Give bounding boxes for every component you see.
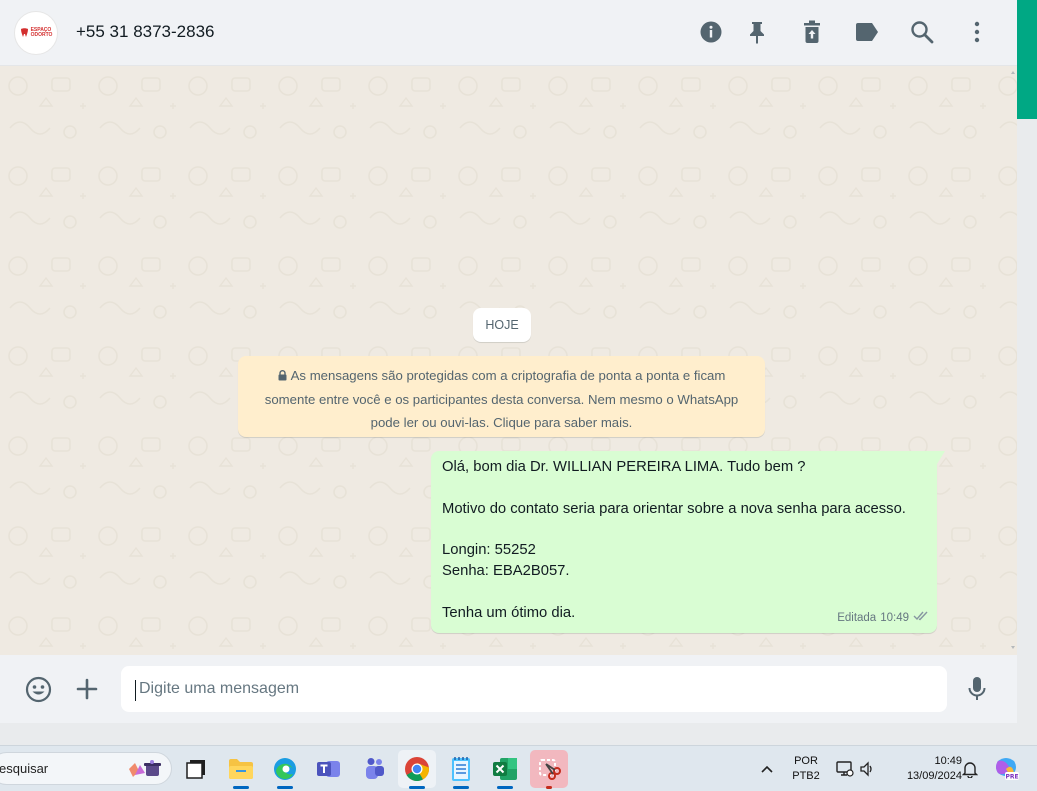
taskbar-edge[interactable]: [266, 750, 304, 789]
taskbar-search[interactable]: esquisar: [0, 752, 172, 785]
svg-text:PRE: PRE: [1005, 774, 1018, 781]
taskbar-teams[interactable]: [354, 750, 392, 788]
message-line: [442, 582, 927, 603]
taskbar-search-text: esquisar: [0, 761, 49, 776]
message-meta: Editada 10:49: [837, 608, 929, 629]
chat-scrollbar[interactable]: [1009, 66, 1017, 655]
search-highlight-icon: [129, 760, 161, 777]
taskbar-notepad[interactable]: [442, 750, 480, 789]
taskbar-file-explorer[interactable]: [222, 750, 260, 789]
emoji-icon[interactable]: [24, 675, 52, 703]
date-divider: HOJE: [473, 308, 531, 342]
microphone-icon[interactable]: [963, 675, 991, 703]
lock-icon: [278, 365, 287, 388]
message-line: [442, 478, 927, 499]
edited-label: Editada: [837, 612, 877, 625]
clock-date: 13/09/2024: [906, 770, 962, 782]
bubble-tail: [937, 451, 945, 464]
tray-network-volume[interactable]: [832, 750, 880, 788]
window-bottom-strip: [0, 723, 1017, 745]
message-line: Olá, bom dia Dr. WILLIAN PEREIRA LIMA. T…: [442, 459, 806, 475]
taskbar-chrome[interactable]: [398, 750, 436, 789]
message-line: Longin: 55252: [442, 542, 536, 559]
trash-icon[interactable]: [799, 18, 825, 46]
input-language-indicator[interactable]: POR PTB2: [789, 754, 823, 784]
clock-time: 10:49: [934, 755, 962, 767]
taskbar-copilot[interactable]: PRE: [990, 750, 1024, 788]
message-time: 10:49: [880, 612, 909, 625]
encryption-notice-text: As mensagens são protegidas com a cripto…: [264, 368, 739, 430]
folder-icon: [229, 759, 253, 779]
task-view-icon: [186, 760, 205, 779]
chrome-icon: [405, 757, 429, 782]
tray-overflow-chevron[interactable]: [750, 750, 784, 788]
teams-icon: [366, 758, 384, 779]
teams-work-icon: [317, 761, 340, 777]
taskbar-snipping-tool[interactable]: [530, 750, 568, 789]
encryption-notice[interactable]: As mensagens são protegidas com a cripto…: [238, 356, 765, 437]
message-line: [442, 519, 927, 540]
avatar-logo: ESPAÇO ODORTO: [20, 28, 53, 38]
tooth-icon: [20, 28, 28, 37]
search-icon[interactable]: [909, 18, 935, 46]
volume-icon: [860, 761, 872, 777]
page-scrollbar-thumb[interactable]: [1017, 0, 1037, 119]
text-cursor: [135, 680, 136, 701]
chevron-up-icon: [761, 765, 773, 773]
message-line: Senha: EBA2B057.: [442, 562, 570, 579]
chat-header: ESPAÇO ODORTO +55 31 8373-2836: [0, 0, 1017, 66]
pin-icon[interactable]: [744, 18, 770, 46]
excel-icon: [493, 758, 517, 780]
snipping-tool-icon: [539, 759, 561, 780]
taskbar-teams-work[interactable]: [310, 750, 348, 788]
notepad-icon: [452, 757, 470, 781]
double-check-icon: [913, 608, 929, 629]
copilot-icon: PRE: [996, 758, 1019, 781]
info-icon[interactable]: [698, 18, 724, 46]
label-icon[interactable]: [854, 18, 880, 46]
message-input[interactable]: [121, 666, 947, 712]
message-line: Motivo do contato seria para orientar so…: [442, 500, 906, 517]
message-composer: [0, 655, 1017, 723]
language-code: POR: [794, 755, 818, 767]
avatar-text-2: ODORTO: [30, 32, 53, 38]
keyboard-layout: PTB2: [792, 770, 820, 782]
taskbar-clock[interactable]: 10:49 13/09/2024: [886, 754, 962, 784]
windows-taskbar: esquisar POR PTB2 10:49 13/09/2024 PRE: [0, 745, 1037, 791]
network-icon: [836, 761, 854, 777]
notification-bell[interactable]: [956, 750, 984, 788]
message-body: Olá, bom dia Dr. WILLIAN PEREIRA LIMA. T…: [442, 457, 927, 623]
taskbar-task-view[interactable]: [177, 750, 215, 788]
edge-icon: [274, 758, 296, 780]
contact-name[interactable]: +55 31 8373-2836: [76, 22, 215, 42]
bell-icon: [962, 762, 978, 778]
taskbar-excel[interactable]: [486, 750, 524, 789]
contact-avatar[interactable]: ESPAÇO ODORTO: [14, 11, 58, 55]
outgoing-message[interactable]: Olá, bom dia Dr. WILLIAN PEREIRA LIMA. T…: [431, 451, 937, 633]
plus-icon[interactable]: [73, 675, 101, 703]
more-icon[interactable]: [964, 18, 990, 46]
chat-pane: HOJE As mensagens são protegidas com a c…: [0, 66, 1017, 655]
